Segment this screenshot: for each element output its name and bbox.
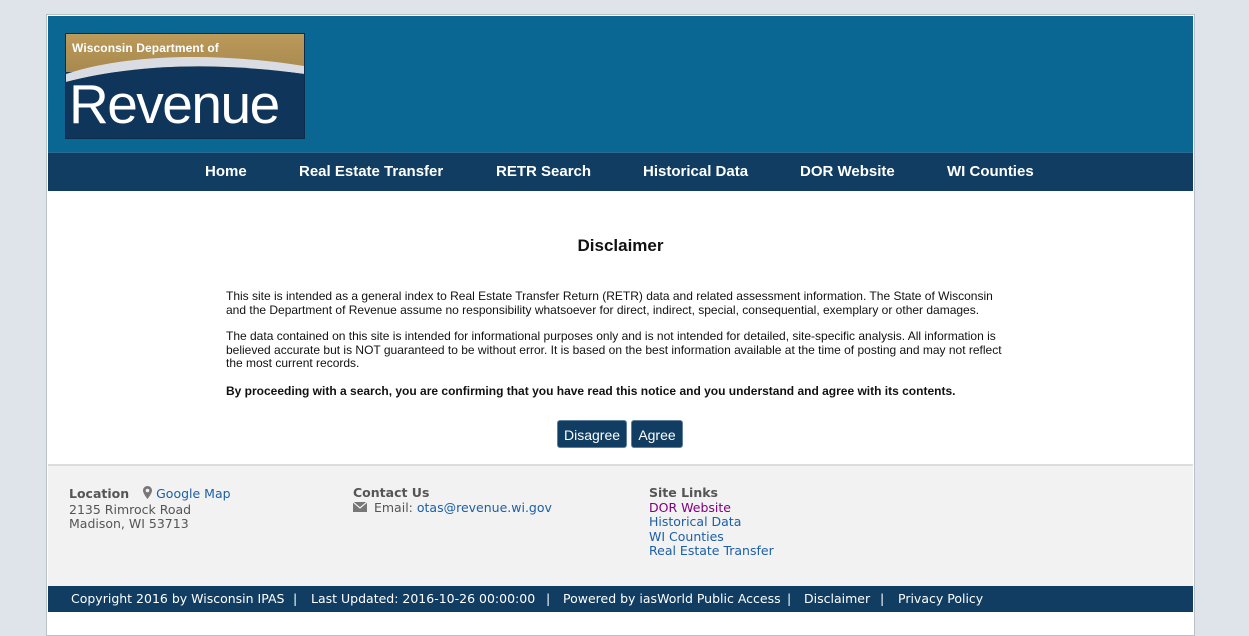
nav-historical-data[interactable]: Historical Data bbox=[643, 153, 748, 191]
disclaimer-paragraph-3: By proceeding with a search, you are con… bbox=[226, 384, 956, 398]
last-updated-text: Last Updated: 2016-10-26 00:00:00 bbox=[311, 591, 536, 606]
separator: | bbox=[787, 591, 792, 606]
site-header: Wisconsin Department of Revenue bbox=[48, 16, 1193, 152]
footer-site-links: Site Links DOR Website Historical Data W… bbox=[649, 485, 774, 559]
page-title: Disclaimer bbox=[577, 236, 664, 255]
logo-line2: Revenue bbox=[69, 73, 280, 135]
email-label: Email: bbox=[373, 499, 413, 515]
nav-dor-website[interactable]: DOR Website bbox=[800, 153, 895, 191]
dor-logo[interactable]: Wisconsin Department of Revenue bbox=[65, 33, 305, 139]
main-nav: Home Real Estate Transfer RETR Search Hi… bbox=[48, 152, 1193, 191]
agree-button[interactable]: Agree bbox=[631, 420, 683, 448]
disclaimer-paragraph-2: The data contained on this site is inten… bbox=[226, 329, 1002, 370]
nav-real-estate-transfer[interactable]: Real Estate Transfer bbox=[299, 153, 443, 191]
separator: | bbox=[880, 591, 885, 606]
bottom-bar: Copyright 2016 by Wisconsin IPAS | Last … bbox=[48, 586, 1193, 612]
address-line-1: 2135 Rimrock Road bbox=[69, 501, 192, 517]
site-footer: Location Google Map 2135 Rimrock Road Ma… bbox=[48, 464, 1193, 588]
email-link[interactable]: otas@revenue.wi.gov bbox=[417, 500, 552, 515]
site-links-heading: Site Links bbox=[649, 485, 718, 500]
map-marker-icon bbox=[143, 486, 153, 503]
nav-retr-search[interactable]: RETR Search bbox=[496, 153, 591, 191]
address-line-2: Madison, WI 53713 bbox=[69, 516, 189, 531]
logo-line1: Wisconsin Department of bbox=[72, 41, 219, 55]
footer-link-dor-website[interactable]: DOR Website bbox=[649, 500, 774, 516]
footer-link-wi-counties[interactable]: WI Counties bbox=[649, 529, 774, 545]
envelope-icon bbox=[352, 501, 368, 516]
footer-link-historical-data[interactable]: Historical Data bbox=[649, 514, 774, 530]
footer-link-real-estate-transfer[interactable]: Real Estate Transfer bbox=[649, 543, 774, 559]
powered-by-text: Powered by iasWorld Public Access bbox=[563, 591, 781, 606]
separator: | bbox=[546, 591, 551, 606]
copyright-text: Copyright 2016 by Wisconsin IPAS bbox=[71, 591, 285, 606]
disclaimer-paragraph-1: This site is intended as a general index… bbox=[226, 289, 993, 317]
disagree-button[interactable]: Disagree bbox=[557, 420, 627, 448]
location-heading: Location bbox=[69, 486, 130, 501]
nav-home[interactable]: Home bbox=[205, 153, 247, 191]
footer-location: Location Google Map 2135 Rimrock Road Ma… bbox=[69, 486, 231, 532]
google-map-link[interactable]: Google Map bbox=[156, 486, 230, 501]
disclaimer-link[interactable]: Disclaimer bbox=[804, 586, 870, 612]
page-frame: Wisconsin Department of Revenue Home Rea… bbox=[46, 14, 1195, 636]
separator: | bbox=[293, 591, 298, 606]
footer-contact: Contact Us Email: otas@revenue.wi.gov bbox=[352, 485, 552, 516]
nav-wi-counties[interactable]: WI Counties bbox=[947, 153, 1034, 191]
privacy-policy-link[interactable]: Privacy Policy bbox=[898, 586, 983, 612]
contact-heading: Contact Us bbox=[353, 485, 430, 500]
